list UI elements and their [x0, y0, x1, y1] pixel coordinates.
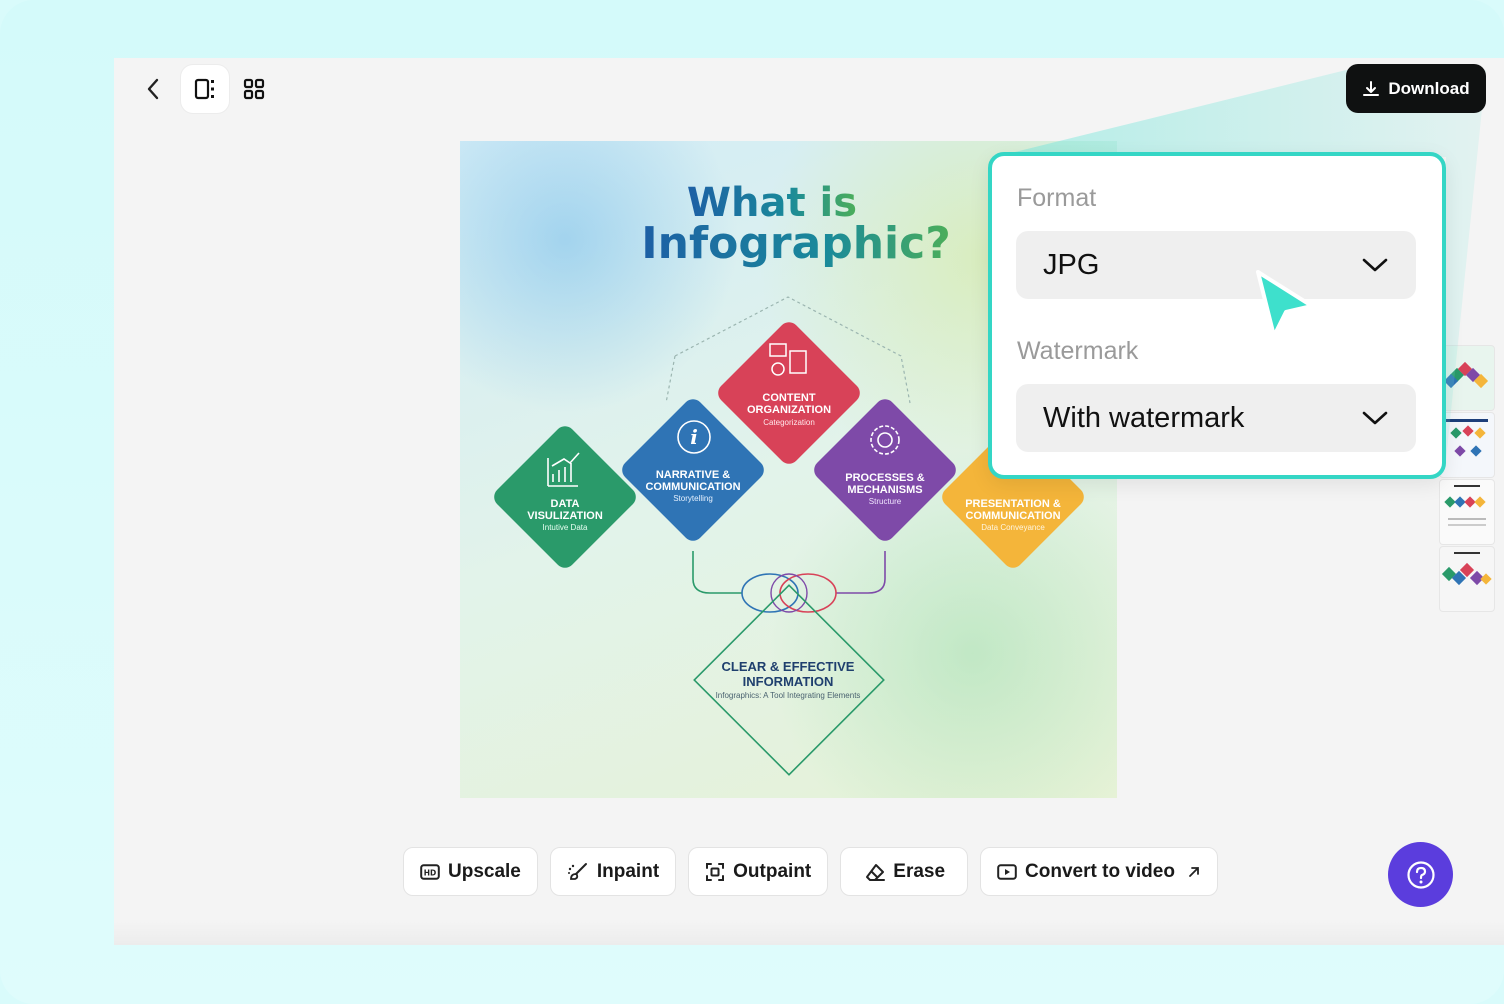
hd-icon: HD	[420, 863, 440, 880]
svg-text:MECHANISMS: MECHANISMS	[847, 484, 922, 496]
svg-text:ORGANIZATION: ORGANIZATION	[747, 404, 831, 416]
upscale-button[interactable]: HD Upscale	[403, 847, 538, 896]
thumbnail-3[interactable]	[1440, 480, 1494, 544]
format-select-value: JPG	[1043, 248, 1100, 281]
arrow-up-right-icon	[1189, 866, 1199, 877]
format-select[interactable]: JPG	[1016, 231, 1416, 299]
watermark-select[interactable]: With watermark	[1016, 384, 1416, 452]
chevron-down-icon	[1362, 258, 1388, 272]
expand-frame-icon	[706, 862, 725, 881]
svg-text:PROCESSES &: PROCESSES &	[845, 472, 925, 484]
svg-text:COMMUNICATION: COMMUNICATION	[965, 510, 1060, 522]
svg-text:VISULIZATION: VISULIZATION	[527, 510, 603, 522]
svg-text:NARRATIVE &: NARRATIVE &	[656, 469, 730, 481]
svg-text:CLEAR & EFFECTIVE: CLEAR & EFFECTIVE	[722, 659, 855, 674]
download-options-popup: Format JPG Watermark With watermark	[988, 152, 1446, 479]
svg-text:Storytelling: Storytelling	[673, 494, 713, 503]
svg-text:DATA: DATA	[551, 498, 580, 510]
svg-text:INFORMATION: INFORMATION	[743, 674, 834, 689]
video-icon	[997, 863, 1017, 880]
download-icon	[1363, 80, 1380, 96]
back-button[interactable]	[140, 76, 166, 102]
download-label: Download	[1388, 78, 1470, 98]
inpaint-label: Inpaint	[596, 860, 660, 882]
single-view-icon	[194, 78, 214, 100]
svg-text:Infographics: A Tool Integrati: Infographics: A Tool Integrating Element…	[716, 691, 861, 700]
upscale-label: Upscale	[448, 860, 521, 882]
svg-text:CONTENT: CONTENT	[762, 392, 815, 404]
thumbnail-strip	[1440, 346, 1500, 614]
single-view-button[interactable]	[181, 65, 229, 113]
thumbnail-1[interactable]	[1440, 346, 1494, 410]
grid-view-button[interactable]	[230, 65, 278, 113]
watermark-label: Watermark	[1017, 337, 1139, 365]
diamond-data-visualization[interactable]: DATA VISULIZATION Intutive Data	[490, 422, 640, 572]
svg-text:Data Conveyance: Data Conveyance	[981, 523, 1045, 532]
diamond-clear-effective-information[interactable]: CLEAR & EFFECTIVE INFORMATION Infographi…	[693, 584, 885, 776]
svg-text:Intutive Data: Intutive Data	[543, 523, 588, 532]
svg-text:i: i	[690, 425, 698, 449]
chevron-down-icon	[1362, 411, 1388, 425]
svg-text:PRESENTATION &: PRESENTATION &	[965, 498, 1061, 510]
svg-text:Structure: Structure	[869, 497, 902, 506]
svg-text:HD: HD	[424, 868, 437, 877]
svg-text:Categorization: Categorization	[763, 418, 815, 427]
watermark-select-value: With watermark	[1043, 401, 1245, 434]
inpaint-button[interactable]: Inpaint	[549, 847, 677, 896]
eraser-icon	[866, 863, 886, 881]
download-button[interactable]: Download	[1346, 64, 1486, 113]
brush-icon	[567, 862, 587, 880]
outpaint-label: Outpaint	[733, 860, 812, 882]
thumbnail-2[interactable]	[1440, 413, 1494, 477]
mouse-cursor-icon	[1256, 270, 1314, 338]
svg-text:COMMUNICATION: COMMUNICATION	[645, 481, 740, 493]
convert-to-video-button[interactable]: Convert to video	[980, 847, 1218, 896]
format-label: Format	[1017, 184, 1097, 212]
grid-view-icon	[243, 78, 265, 100]
edit-toolbar: HD Upscale Inpaint Outpaint Erase Conver…	[403, 847, 1218, 896]
outpaint-button[interactable]: Outpaint	[688, 847, 829, 896]
thumbnail-4[interactable]	[1440, 547, 1494, 611]
help-button[interactable]	[1388, 842, 1453, 907]
erase-label: Erase	[893, 860, 946, 882]
convert-to-video-label: Convert to video	[1025, 860, 1175, 882]
chevron-left-icon	[147, 78, 159, 100]
window-bottom-edge	[114, 921, 1504, 945]
infographic-title-line2: Infographic?	[641, 218, 950, 269]
erase-button[interactable]: Erase	[840, 847, 969, 896]
question-mark-icon	[1406, 860, 1435, 889]
